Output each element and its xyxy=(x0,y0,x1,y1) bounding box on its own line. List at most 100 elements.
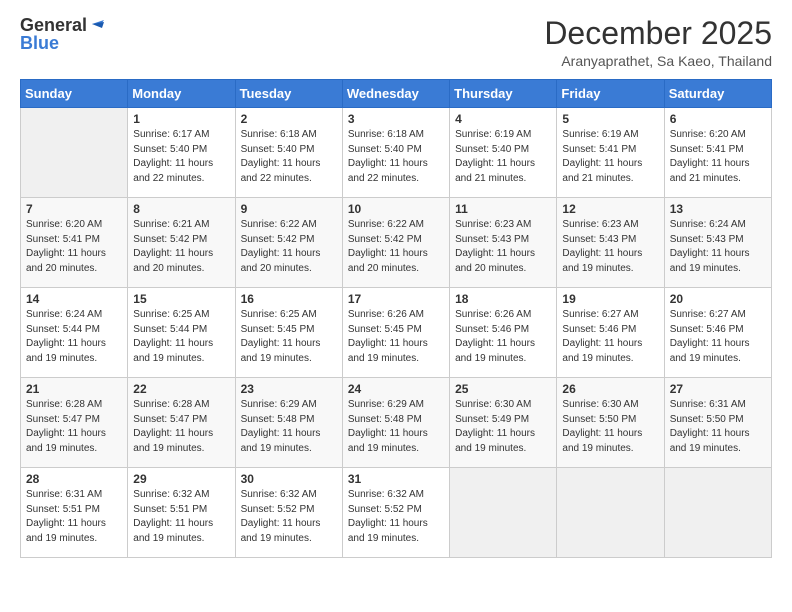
day-number: 9 xyxy=(241,202,337,216)
sunrise-text: Sunrise: 6:31 AM xyxy=(26,489,102,500)
daylight-label: Daylight: 11 hours and 19 minutes. xyxy=(670,248,750,274)
cell-info: Sunrise: 6:22 AM Sunset: 5:42 PM Daylight:… xyxy=(348,218,444,276)
calendar-week-3: 14Sunrise: 6:24 AMSunset: 5:44 PMDayligh… xyxy=(21,288,772,378)
cell-info: Sunrise: 6:26 AMSunset: 5:45 PMDaylight:… xyxy=(348,308,444,366)
daylight-label: Daylight: 11 hours and 20 minutes. xyxy=(241,248,321,274)
daylight-label: Daylight: 11 hours and 19 minutes. xyxy=(26,518,106,544)
day-number: 17 xyxy=(348,292,444,306)
daylight-label: Daylight: 11 hours and 19 minutes. xyxy=(562,338,642,364)
day-number: 27 xyxy=(670,382,766,396)
sunset-text: Sunset: 5:45 PM xyxy=(241,324,315,335)
calendar-cell: 16 Sunrise: 6:25 AM Sunset: 5:45 PM Dayligh… xyxy=(235,288,342,378)
calendar-cell: 30 Sunrise: 6:32 AMSunset: 5:52 PMDayligh… xyxy=(235,468,342,558)
sunrise-text: Sunrise: 6:20 AM xyxy=(26,219,102,230)
daylight-label: Daylight: 11 hours and 19 minutes. xyxy=(562,428,642,454)
sunrise-text: Sunrise: 6:25 AM xyxy=(241,309,317,320)
cell-info: Sunrise: 6:18 AMSunset: 5:40 PMDaylight:… xyxy=(348,128,444,186)
sunset-text: Sunset: 5:50 PM xyxy=(670,414,744,425)
day-number: 7 xyxy=(26,202,122,216)
daylight-label: Daylight: 11 hours and 20 minutes. xyxy=(455,248,535,274)
weekday-header-wednesday: Wednesday xyxy=(342,80,449,108)
sunset-text: Sunset: 5:42 PM xyxy=(348,234,422,245)
calendar-cell: 9Sunrise: 6:22 AMSunset: 5:42 PMDaylight… xyxy=(235,198,342,288)
day-number: 19 xyxy=(562,292,658,306)
calendar-header: SundayMondayTuesdayWednesdayThursdayFrid… xyxy=(21,80,772,108)
sunset-text: Sunset: 5:46 PM xyxy=(670,324,744,335)
weekday-header-saturday: Saturday xyxy=(664,80,771,108)
day-number: 25 xyxy=(455,382,551,396)
weekday-header-tuesday: Tuesday xyxy=(235,80,342,108)
calendar-table: SundayMondayTuesdayWednesdayThursdayFrid… xyxy=(20,79,772,558)
calendar-cell xyxy=(450,468,557,558)
day-number: 4 xyxy=(455,112,551,126)
logo-general-text: General xyxy=(20,16,87,34)
calendar-week-2: 7Sunrise: 6:20 AMSunset: 5:41 PMDaylight… xyxy=(21,198,772,288)
daylight-label: Daylight: 11 hours and 19 minutes. xyxy=(133,338,213,364)
sunrise-text: Sunrise: 6:24 AM xyxy=(670,219,746,230)
calendar-cell: 29Sunrise: 6:32 AMSunset: 5:51 PMDayligh… xyxy=(128,468,235,558)
sunrise-text: Sunrise: 6:20 AM xyxy=(670,129,746,140)
daylight-label: Daylight: 11 hours and 19 minutes. xyxy=(348,338,428,364)
sunset-text: Sunset: 5:48 PM xyxy=(241,414,315,425)
cell-info: Sunrise: 6:19 AMSunset: 5:41 PMDaylight:… xyxy=(562,128,658,186)
sunrise-text: Sunrise: 6:22 AM xyxy=(348,219,424,230)
sunset-text: Sunset: 5:40 PM xyxy=(348,144,422,155)
daylight-label: Daylight: 11 hours and 21 minutes. xyxy=(455,158,535,184)
daylight-label: Daylight: 11 hours and 19 minutes. xyxy=(348,518,428,544)
sunset-text: Sunset: 5:40 PM xyxy=(455,144,529,155)
calendar-cell: 18Sunrise: 6:26 AMSunset: 5:46 PMDayligh… xyxy=(450,288,557,378)
sunset-text: Sunset: 5:43 PM xyxy=(455,234,529,245)
daylight-label: Daylight: 11 hours and 19 minutes. xyxy=(670,428,750,454)
cell-info: Sunrise: 6:25 AM Sunset: 5:45 PM Daylight:… xyxy=(241,308,337,366)
calendar-cell: 31Sunrise: 6:32 AMSunset: 5:52 PMDayligh… xyxy=(342,468,449,558)
day-number: 1 xyxy=(133,112,229,126)
daylight-label: Daylight: 11 hours and 19 minutes. xyxy=(133,428,213,454)
sunrise-text: Sunrise: 6:27 AM xyxy=(562,309,638,320)
cell-info: Sunrise: 6:24 AMSunset: 5:44 PMDaylight:… xyxy=(26,308,122,366)
sunset-text: Sunset: 5:50 PM xyxy=(562,414,636,425)
sunset-text: Sunset: 5:51 PM xyxy=(26,504,100,515)
calendar-cell: 2Sunrise: 6:18 AMSunset: 5:40 PMDaylight… xyxy=(235,108,342,198)
calendar-cell: 21Sunrise: 6:28 AMSunset: 5:47 PMDayligh… xyxy=(21,378,128,468)
cell-info: Sunrise: 6:28 AMSunset: 5:47 PMDaylight:… xyxy=(133,398,229,456)
calendar-cell: 7Sunrise: 6:20 AMSunset: 5:41 PMDaylight… xyxy=(21,198,128,288)
sunrise-text: Sunrise: 6:26 AM xyxy=(348,309,424,320)
sunset-text: Sunset: 5:47 PM xyxy=(133,414,207,425)
day-number: 8 xyxy=(133,202,229,216)
day-number: 16 xyxy=(241,292,337,306)
daylight-label: Daylight: 11 hours and 22 minutes. xyxy=(241,158,321,184)
daylight-label: Daylight: 11 hours and 20 minutes. xyxy=(26,248,106,274)
sunrise-text: Sunrise: 6:29 AM xyxy=(241,399,317,410)
day-number: 21 xyxy=(26,382,122,396)
sunrise-text: Sunrise: 6:24 AM xyxy=(26,309,102,320)
sunset-text: Sunset: 5:44 PM xyxy=(26,324,100,335)
weekday-header-sunday: Sunday xyxy=(21,80,128,108)
cell-info: Sunrise: 6:31 AMSunset: 5:50 PMDaylight:… xyxy=(670,398,766,456)
logo: General Blue xyxy=(20,16,104,52)
calendar-cell: 4Sunrise: 6:19 AMSunset: 5:40 PMDaylight… xyxy=(450,108,557,198)
day-number: 22 xyxy=(133,382,229,396)
sunset-text: Sunset: 5:46 PM xyxy=(562,324,636,335)
sunset-text: Sunset: 5:47 PM xyxy=(26,414,100,425)
sunset-text: Sunset: 5:41 PM xyxy=(562,144,636,155)
calendar-cell: 1Sunrise: 6:17 AMSunset: 5:40 PMDaylight… xyxy=(128,108,235,198)
calendar-cell: 17 Sunrise: 6:26 AMSunset: 5:45 PMDayligh… xyxy=(342,288,449,378)
day-number: 30 xyxy=(241,472,337,486)
cell-info: Sunrise: 6:25 AMSunset: 5:44 PMDaylight:… xyxy=(133,308,229,366)
title-block: December 2025 Aranyaprathet, Sa Kaeo, Th… xyxy=(544,16,772,69)
daylight-label: Daylight: 11 hours and 20 minutes. xyxy=(348,248,428,274)
cell-info: Sunrise: 6:32 AMSunset: 5:52 PMDaylight:… xyxy=(241,488,337,546)
sunset-text: Sunset: 5:40 PM xyxy=(241,144,315,155)
calendar-cell: 26Sunrise: 6:30 AMSunset: 5:50 PMDayligh… xyxy=(557,378,664,468)
daylight-label: Daylight: 11 hours and 19 minutes. xyxy=(133,518,213,544)
day-number: 20 xyxy=(670,292,766,306)
calendar-cell: 10Sunrise: 6:22 AMSunset: 5:42 PMDayligh… xyxy=(342,198,449,288)
daylight-label: Daylight: 11 hours and 19 minutes. xyxy=(241,338,321,364)
daylight-label: Daylight: 11 hours and 20 minutes. xyxy=(133,248,213,274)
day-number: 12 xyxy=(562,202,658,216)
sunrise-text: Sunrise: 6:27 AM xyxy=(670,309,746,320)
cell-info: Sunrise: 6:31 AM Sunset: 5:51 PM Daylight:… xyxy=(26,488,122,546)
calendar-cell: 20Sunrise: 6:27 AMSunset: 5:46 PMDayligh… xyxy=(664,288,771,378)
weekday-header-row: SundayMondayTuesdayWednesdayThursdayFrid… xyxy=(21,80,772,108)
sunrise-text: Sunrise: 6:32 AM xyxy=(348,489,424,500)
